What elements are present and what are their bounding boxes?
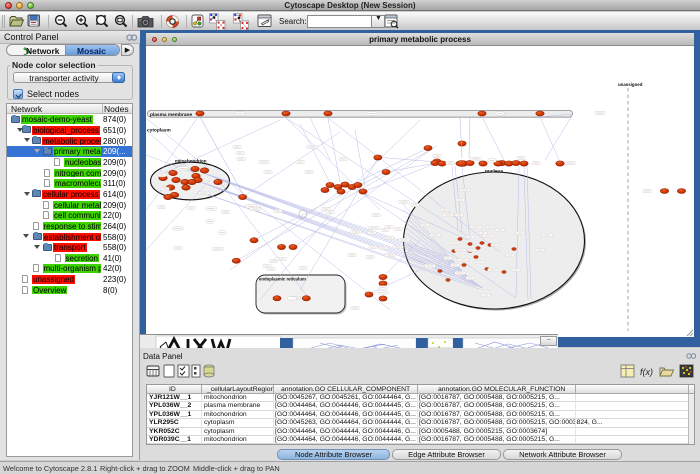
svg-text:plasma membrane: plasma membrane <box>150 112 192 118</box>
svg-text:endoplasmic reticulum: endoplasmic reticulum <box>259 277 306 282</box>
svg-text:f(x): f(x) <box>640 367 653 377</box>
svg-text:cytoplasm: cytoplasm <box>147 128 171 134</box>
svg-text:mitochondrion: mitochondrion <box>175 159 207 164</box>
svg-text:nucleus: nucleus <box>485 169 503 175</box>
svg-text:unassigned: unassigned <box>618 82 643 87</box>
